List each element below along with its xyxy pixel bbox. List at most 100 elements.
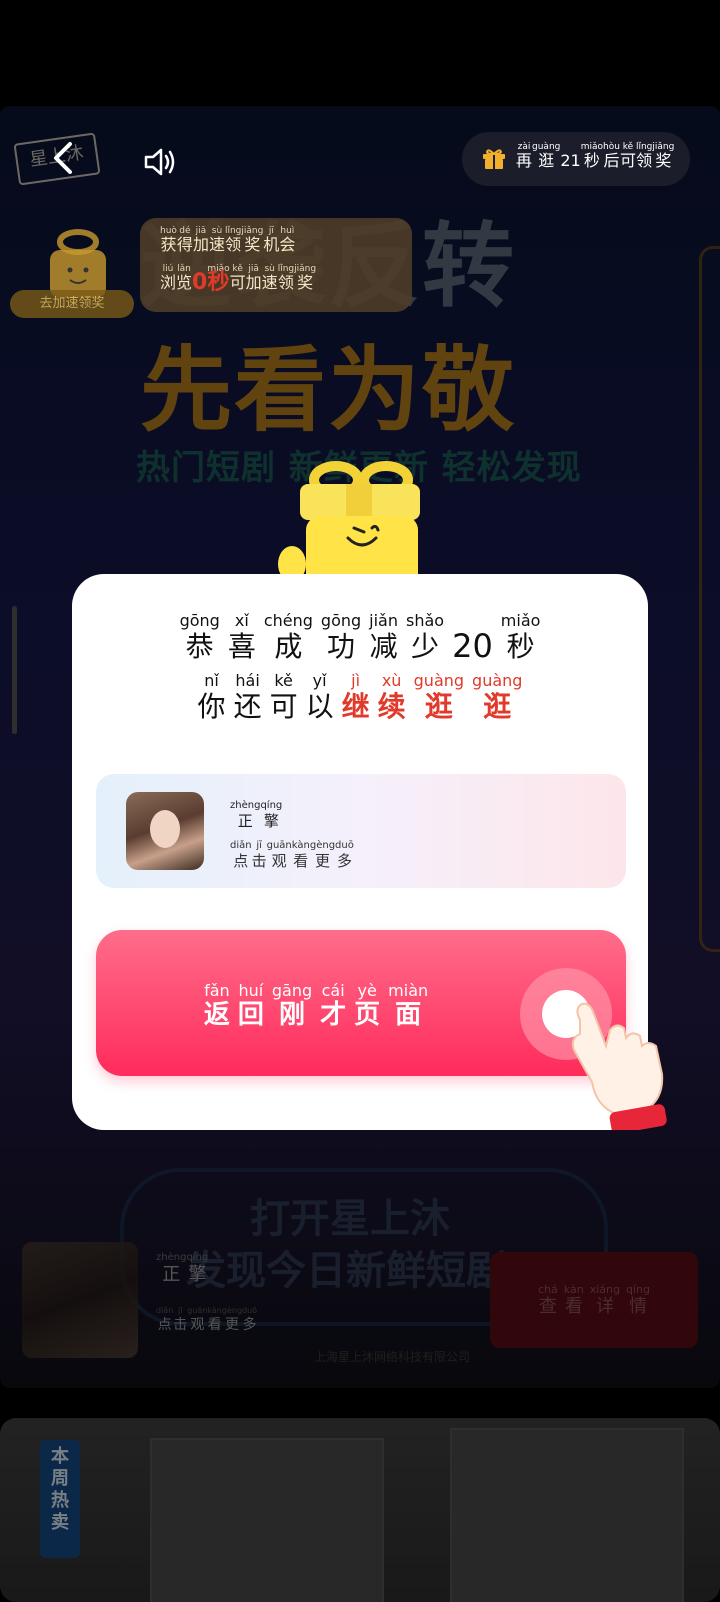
hanzi: 逛 — [424, 690, 453, 723]
pinyin: guān — [266, 840, 292, 851]
ruby-char: shǎo 少 — [406, 612, 444, 664]
ruby-char: lǐng 领 — [225, 226, 241, 254]
hanzi: 览 — [176, 273, 193, 292]
hanzi: 领 — [225, 235, 242, 254]
ruby-char: gōng 恭 — [180, 612, 220, 664]
hanzi: 加 — [245, 273, 262, 292]
hanzi: 可 — [619, 151, 636, 170]
hanzi: 继 — [341, 690, 370, 723]
ruby-char: jiā 加 — [246, 264, 262, 292]
ruby-char: miǎo 秒 — [207, 264, 230, 295]
ruby-char: kě 可 — [620, 142, 636, 170]
ruby-char: dé 得 — [177, 226, 193, 254]
hanzi: 你 — [197, 690, 226, 723]
ruby-char: jiā 加 — [193, 226, 209, 254]
pinyin: jī — [256, 840, 262, 851]
ruby-char: cái 才 — [320, 981, 346, 1031]
ruby-char: jiǎng 奖 — [241, 226, 263, 254]
hanzi: 再 — [516, 151, 533, 170]
pinyin: gāng — [271, 981, 313, 1000]
accelerate-label[interactable]: 去加速领奖 — [10, 290, 134, 318]
ruby-char: hái 还 — [234, 672, 262, 724]
pinyin: kàn — [291, 840, 310, 851]
hanzi: 少 — [411, 630, 440, 663]
hanzi: 领 — [636, 151, 653, 170]
hanzi: 秒 — [207, 270, 230, 295]
hanzi: 可 — [229, 273, 246, 292]
pinyin: guàng — [472, 671, 523, 690]
pinyin: fǎn — [204, 981, 230, 1000]
hanzi: 可 — [269, 690, 298, 723]
ruby-char: liú 浏 — [160, 264, 176, 292]
ruby-char: jī 击 — [252, 840, 267, 870]
hanzi: 看 — [293, 852, 309, 870]
drama-profile-card[interactable]: zhèng 正 qíng 擎 diǎn 点 jī 击 guān 观 kàn 看 gèng 更 duō 多 — [96, 774, 626, 888]
pinyin: jì — [351, 671, 361, 690]
number-text: 20 — [452, 627, 493, 665]
pinyin: nǐ — [204, 671, 219, 690]
pinyin: shǎo — [406, 611, 445, 630]
drama-name: zhèng 正 qíng 擎 — [230, 800, 282, 830]
pinyin: gōng — [320, 611, 362, 630]
pinyin: cái — [321, 981, 345, 1000]
ruby-char: nǐ 你 — [198, 672, 226, 724]
hanzi: 面 — [395, 1000, 422, 1030]
countdown-text: zài 再 guàng 逛 21 miǎo 秒 hòu 后 kě 可 lǐng 领 jiǎng 奖 — [516, 142, 674, 170]
drama-avatar — [126, 792, 204, 870]
ruby-char: kě 可 — [230, 264, 246, 292]
pinyin: huí — [238, 981, 264, 1000]
reward-countdown-pill[interactable]: zài 再 guàng 逛 21 miǎo 秒 hòu 后 kě 可 lǐng 领 jiǎng 奖 — [462, 132, 690, 186]
pinyin: guàng — [413, 671, 465, 690]
ruby-char: yè 页 — [354, 981, 380, 1031]
ruby-char: zhèng 正 — [230, 800, 260, 830]
ruby-char: duō 多 — [335, 840, 354, 870]
ruby-char: sù 速 — [209, 226, 225, 254]
hanzi: 刚 — [279, 1000, 306, 1030]
ruby-char: guān 观 — [267, 840, 292, 870]
hanzi: 功 — [327, 630, 356, 663]
hanzi: 以 — [305, 690, 334, 723]
ruby-char: jiǎng 奖 — [294, 264, 316, 292]
return-button-label: fǎn 返 huí 回 gāng 刚 cái 才 yè 页 miàn 面 — [96, 981, 536, 1031]
sound-button[interactable] — [140, 142, 180, 182]
ruby-char: gōng 功 — [321, 612, 361, 664]
hanzi: 后 — [603, 151, 620, 170]
hanzi: 领 — [277, 273, 294, 292]
ruby-char: zài 再 — [516, 142, 532, 170]
back-button[interactable] — [44, 136, 84, 180]
hanzi: 奖 — [655, 151, 672, 170]
pinyin: zhèng — [230, 800, 261, 811]
hanzi: 逛 — [538, 151, 555, 170]
pointing-hand-icon — [571, 1002, 667, 1130]
pinyin: chéng — [263, 611, 313, 630]
ruby-char: guàng 逛 — [532, 142, 560, 170]
accelerate-line1: huò 获 dé 得 jiā 加 sù 速 lǐng 领 jiǎng 奖 jī 机 huì 会 — [160, 226, 295, 254]
hanzi: 续 — [377, 690, 406, 723]
ruby-char: lǐng 领 — [278, 264, 294, 292]
hanzi: 秒 — [506, 630, 535, 663]
hanzi: 回 — [237, 1000, 264, 1030]
dialog-line1: gōng 恭 xǐ 喜 chéng 成 gōng 功 jiǎn 减 shǎo 少 20 miǎo 秒 — [72, 611, 648, 665]
hanzi: 得 — [176, 235, 193, 254]
accelerate-line2: liú 浏 lǎn 览 0 miǎo 秒 kě 可 jiā 加 sù 速 lǐng 领 jiǎng 奖 — [160, 264, 316, 295]
ruby-char: fǎn 返 — [204, 981, 230, 1031]
ruby-char: kě 可 — [270, 672, 298, 724]
ruby-char: hòu 后 — [603, 142, 620, 170]
hanzi: 擎 — [263, 812, 279, 830]
pinyin: yè — [357, 981, 377, 1000]
hanzi: 成 — [274, 630, 303, 663]
hanzi: 逛 — [483, 690, 512, 723]
hanzi: 获 — [160, 235, 177, 254]
ruby-char: miàn 面 — [388, 982, 428, 1031]
speaker-icon — [144, 148, 175, 176]
ruby-char: chéng 成 — [264, 612, 313, 664]
pinyin: duō — [335, 840, 354, 851]
pinyin: gōng — [179, 611, 220, 630]
hanzi: 正 — [237, 812, 253, 830]
hanzi: 速 — [208, 235, 225, 254]
pinyin: miǎo — [500, 611, 541, 630]
ruby-char: miǎo 秒 — [581, 142, 603, 170]
hanzi: 会 — [279, 235, 296, 254]
ruby-char: huì 会 — [279, 226, 295, 254]
hanzi: 更 — [314, 852, 330, 870]
